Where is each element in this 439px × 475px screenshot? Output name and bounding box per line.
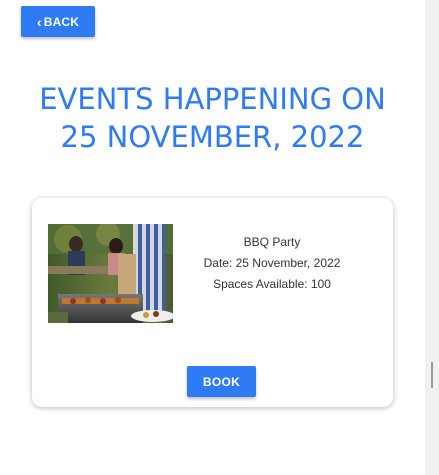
event-name: BBQ Party [243, 235, 301, 249]
event-spaces: Spaces Available: 100 [213, 277, 331, 291]
page: ‹ BACK EVENTS HAPPENING ON 25 NOVEMBER, … [0, 0, 439, 475]
page-title-line2: 25 NOVEMBER, 2022 [60, 120, 365, 154]
book-button[interactable]: BOOK [187, 366, 256, 397]
bbq-party-photo [48, 224, 173, 323]
chevron-left-icon: ‹ [36, 13, 42, 30]
event-details: BBQ Party Date: 25 November, 2022 Spaces… [192, 232, 352, 295]
page-title: EVENTS HAPPENING ON 25 NOVEMBER, 2022 [0, 80, 425, 156]
event-card: BBQ Party Date: 25 November, 2022 Spaces… [32, 198, 393, 407]
back-button[interactable]: ‹ BACK [21, 6, 95, 37]
back-button-label: BACK [43, 14, 80, 29]
page-title-line1: EVENTS HAPPENING ON [39, 82, 386, 116]
scrollbar[interactable] [425, 0, 439, 475]
event-image [48, 224, 173, 323]
scrollbar-grip[interactable] [431, 362, 433, 388]
event-date: Date: 25 November, 2022 [203, 256, 341, 270]
